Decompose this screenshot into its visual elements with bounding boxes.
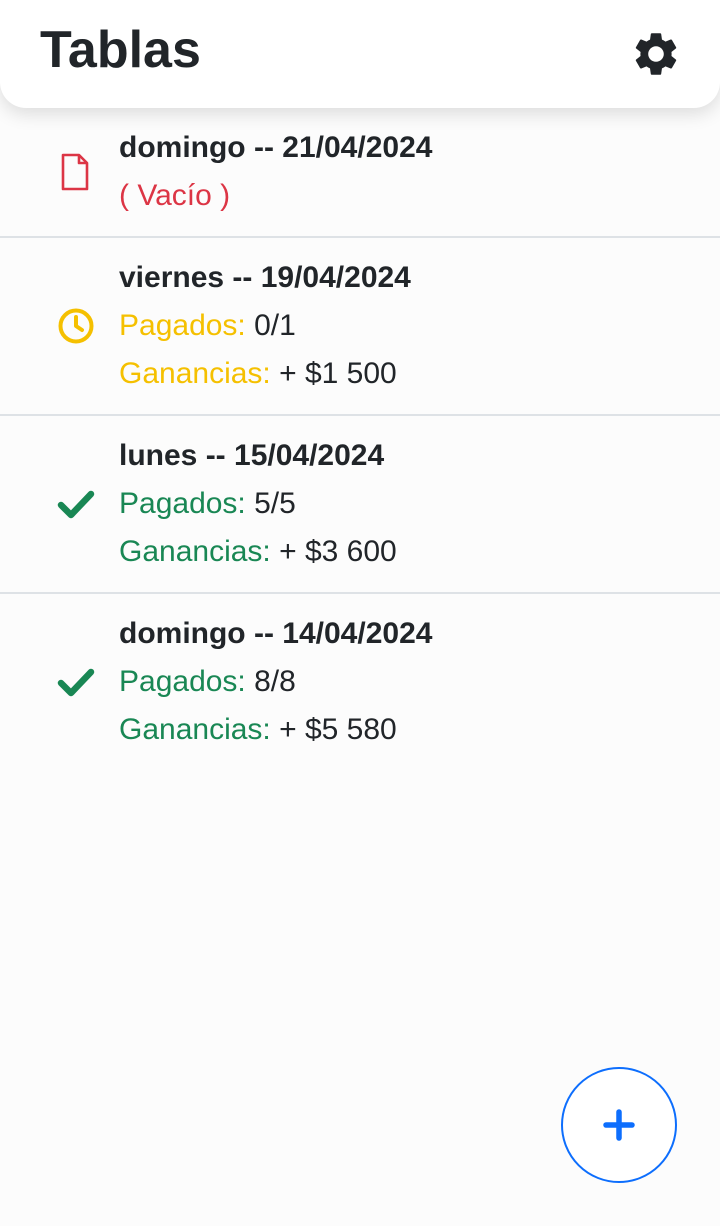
earnings-value: + $5 580 — [279, 713, 397, 746]
table-date: lunes -- 15/04/2024 — [119, 439, 385, 472]
paid-value: 5/5 — [254, 487, 296, 520]
earnings-label: Ganancias: — [119, 713, 271, 746]
file-icon — [55, 152, 95, 192]
paid-line: Pagados: 8/8 — [119, 658, 720, 706]
clock-icon — [56, 306, 96, 346]
table-row[interactable]: lunes -- 15/04/2024 Pagados: 5/5 Gananci… — [0, 416, 720, 594]
page-title: Tablas — [40, 21, 201, 79]
earnings-value: + $1 500 — [279, 357, 397, 390]
plus-icon — [603, 1109, 635, 1141]
table-row[interactable]: domingo -- 14/04/2024 Pagados: 8/8 Ganan… — [0, 594, 720, 770]
settings-button[interactable] — [628, 26, 684, 82]
earnings-value: + $3 600 — [279, 535, 397, 568]
earnings-label: Ganancias: — [119, 357, 271, 390]
paid-value: 0/1 — [254, 309, 296, 342]
add-table-button[interactable] — [561, 1067, 677, 1183]
table-date: domingo -- 14/04/2024 — [119, 617, 433, 650]
gear-icon — [635, 33, 677, 75]
check-icon — [56, 484, 96, 524]
table-date: domingo -- 21/04/2024 — [119, 131, 433, 164]
earnings-line: Ganancias: + $3 600 — [119, 528, 720, 576]
table-row[interactable]: viernes -- 19/04/2024 Pagados: 0/1 Ganan… — [0, 238, 720, 416]
earnings-line: Ganancias: + $1 500 — [119, 350, 720, 398]
empty-label: ( Vacío ) — [119, 179, 231, 212]
paid-value: 8/8 — [254, 665, 296, 698]
paid-label: Pagados: — [119, 665, 246, 698]
app-bar: Tablas — [0, 0, 720, 108]
earnings-line: Ganancias: + $5 580 — [119, 706, 720, 754]
table-date: viernes -- 19/04/2024 — [119, 261, 411, 294]
check-icon — [56, 662, 96, 702]
paid-label: Pagados: — [119, 487, 246, 520]
paid-line: Pagados: 0/1 — [119, 302, 720, 350]
tables-list: domingo -- 21/04/2024 ( Vacío ) viernes … — [0, 108, 720, 770]
table-row[interactable]: domingo -- 21/04/2024 ( Vacío ) — [0, 108, 720, 238]
earnings-label: Ganancias: — [119, 535, 271, 568]
paid-label: Pagados: — [119, 309, 246, 342]
paid-line: Pagados: 5/5 — [119, 480, 720, 528]
